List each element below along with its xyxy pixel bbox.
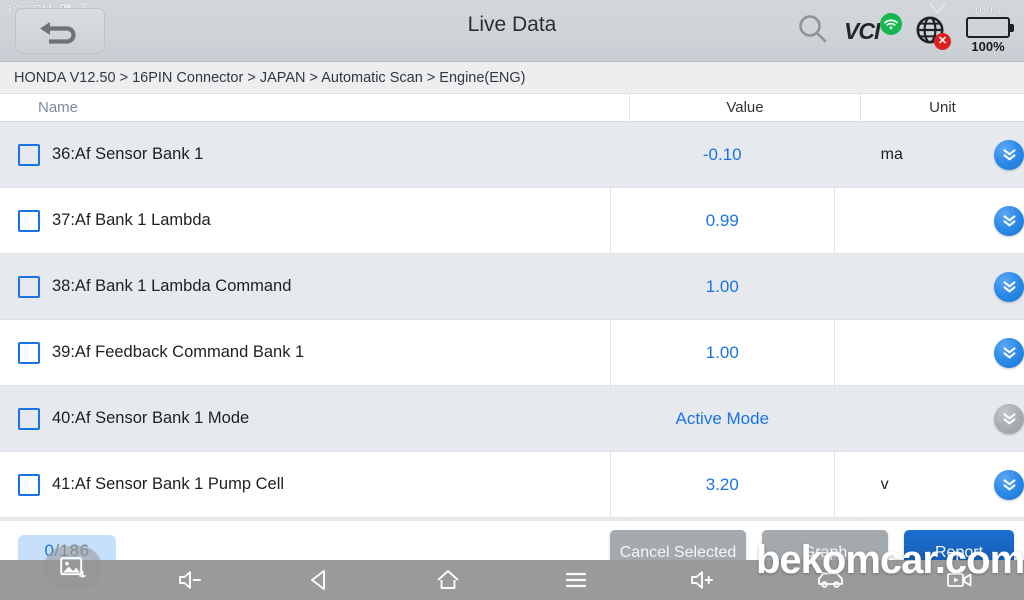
volume-down-icon bbox=[179, 571, 201, 589]
screenshot-icon bbox=[60, 557, 86, 578]
table-row[interactable]: 36:Af Sensor Bank 1 -0.10 ma bbox=[0, 122, 1024, 188]
search-icon[interactable] bbox=[796, 12, 830, 51]
car-icon bbox=[818, 572, 843, 588]
back-icon bbox=[311, 570, 325, 590]
nav-screen-record-button[interactable] bbox=[896, 560, 1024, 600]
table-row[interactable]: 41:Af Sensor Bank 1 Pump Cell 3.20 v bbox=[0, 452, 1024, 518]
row-expand-button[interactable] bbox=[994, 469, 1024, 500]
network-error-badge: ✕ bbox=[934, 33, 951, 50]
row-action-cell bbox=[994, 386, 1024, 451]
column-header-value: Value bbox=[629, 94, 860, 121]
row-value-cell: 1.00 bbox=[609, 320, 834, 385]
row-name-cell: 39:Af Feedback Command Bank 1 bbox=[0, 320, 610, 385]
home-icon bbox=[437, 570, 459, 589]
screen-record-icon bbox=[947, 573, 972, 587]
row-action-cell bbox=[994, 122, 1024, 187]
row-value-cell: -0.10 bbox=[609, 122, 834, 187]
row-action-cell bbox=[994, 320, 1024, 385]
battery-percent: 100% bbox=[971, 39, 1005, 54]
vci-indicator: VCI bbox=[844, 13, 902, 48]
screenshot-thumbnail-bubble[interactable] bbox=[44, 546, 102, 590]
row-action-cell bbox=[994, 254, 1024, 319]
row-action-cell bbox=[994, 188, 1024, 253]
chevron-double-down-icon bbox=[1003, 413, 1015, 425]
row-unit-cell bbox=[833, 254, 994, 319]
row-name-cell: 36:Af Sensor Bank 1 bbox=[0, 122, 610, 187]
row-expand-button[interactable] bbox=[994, 139, 1024, 170]
row-unit-cell bbox=[833, 386, 994, 451]
row-value-cell: 3.20 bbox=[609, 452, 834, 517]
nav-volume-down-button[interactable] bbox=[128, 560, 256, 600]
row-checkbox[interactable] bbox=[18, 209, 40, 232]
row-name-label: 41:Af Sensor Bank 1 Pump Cell bbox=[52, 475, 285, 493]
volume-up-icon bbox=[691, 571, 713, 589]
chevron-double-down-icon bbox=[1003, 281, 1015, 293]
row-checkbox[interactable] bbox=[18, 341, 40, 364]
row-checkbox[interactable] bbox=[18, 143, 40, 166]
row-unit-cell bbox=[833, 320, 994, 385]
row-name-label: 38:Af Bank 1 Lambda Command bbox=[52, 277, 292, 295]
network-globe-icon: ✕ bbox=[914, 14, 951, 50]
app-root: 3:30 PM Live Data bbox=[0, 0, 1024, 600]
vci-label: VCI bbox=[844, 18, 880, 44]
table-header-row: Name Value Unit bbox=[0, 94, 1024, 122]
row-name-label: 37:Af Bank 1 Lambda bbox=[52, 211, 211, 229]
row-action-cell bbox=[994, 452, 1024, 517]
row-expand-button[interactable] bbox=[994, 271, 1024, 302]
row-value-cell: 1.00 bbox=[609, 254, 834, 319]
row-name-label: 39:Af Feedback Command Bank 1 bbox=[52, 343, 305, 361]
app-header: 3:30 PM Live Data bbox=[0, 0, 1024, 62]
row-name-cell: 37:Af Bank 1 Lambda bbox=[0, 188, 610, 253]
chevron-double-down-icon bbox=[1003, 149, 1015, 161]
row-name-cell: 38:Af Bank 1 Lambda Command bbox=[0, 254, 610, 319]
nav-recent-apps-button[interactable] bbox=[512, 560, 640, 600]
row-name-label: 36:Af Sensor Bank 1 bbox=[52, 145, 204, 163]
column-header-unit: Unit bbox=[860, 94, 1024, 121]
row-expand-button bbox=[994, 403, 1024, 434]
row-unit-cell: v bbox=[833, 452, 994, 517]
chevron-double-down-icon bbox=[1003, 215, 1015, 227]
nav-home-button[interactable] bbox=[384, 560, 512, 600]
battery-percent-top: 100% bbox=[972, 3, 1004, 17]
nav-back-button[interactable] bbox=[256, 560, 384, 600]
recent-apps-icon bbox=[565, 572, 587, 588]
row-expand-button[interactable] bbox=[994, 205, 1024, 236]
row-name-cell: 40:Af Sensor Bank 1 Mode bbox=[0, 386, 610, 451]
row-value-cell: 0.99 bbox=[609, 188, 834, 253]
wifi-outline-icon bbox=[929, 1, 946, 19]
data-transfer-icon: ↔ bbox=[895, 2, 906, 14]
row-name-label: 40:Af Sensor Bank 1 Mode bbox=[52, 409, 250, 427]
row-checkbox[interactable] bbox=[18, 275, 40, 298]
battery-icon bbox=[966, 17, 1014, 38]
row-unit-cell: ma bbox=[833, 122, 994, 187]
row-expand-button[interactable] bbox=[994, 337, 1024, 368]
chevron-double-down-icon bbox=[1003, 347, 1015, 359]
android-navigation-bar bbox=[0, 560, 1024, 600]
table-row[interactable]: 37:Af Bank 1 Lambda 0.99 bbox=[0, 188, 1024, 254]
row-checkbox[interactable] bbox=[18, 407, 40, 430]
row-name-cell: 41:Af Sensor Bank 1 Pump Cell bbox=[0, 452, 610, 517]
nav-volume-up-button[interactable] bbox=[640, 560, 768, 600]
row-checkbox[interactable] bbox=[18, 473, 40, 496]
row-unit-cell bbox=[833, 188, 994, 253]
table-row[interactable]: 40:Af Sensor Bank 1 Mode Active Mode bbox=[0, 386, 1024, 452]
table-row[interactable]: 38:Af Bank 1 Lambda Command 1.00 bbox=[0, 254, 1024, 320]
chevron-double-down-icon bbox=[1003, 479, 1015, 491]
nav-car-button[interactable] bbox=[768, 560, 896, 600]
vci-wifi-connected-icon bbox=[880, 13, 902, 35]
row-value-cell: Active Mode bbox=[609, 386, 834, 451]
breadcrumb[interactable]: HONDA V12.50 > 16PIN Connector > JAPAN >… bbox=[0, 62, 1024, 94]
battery-indicator: 100% 100% bbox=[962, 3, 1014, 54]
table-body: 36:Af Sensor Bank 1 -0.10 ma 37:Af Bank 1 L… bbox=[0, 122, 1024, 521]
table-row[interactable]: 39:Af Feedback Command Bank 1 1.00 bbox=[0, 320, 1024, 386]
live-data-table: Name Value Unit 36:Af Sensor Bank 1 -0.10… bbox=[0, 94, 1024, 521]
column-header-name: Name bbox=[38, 99, 79, 116]
